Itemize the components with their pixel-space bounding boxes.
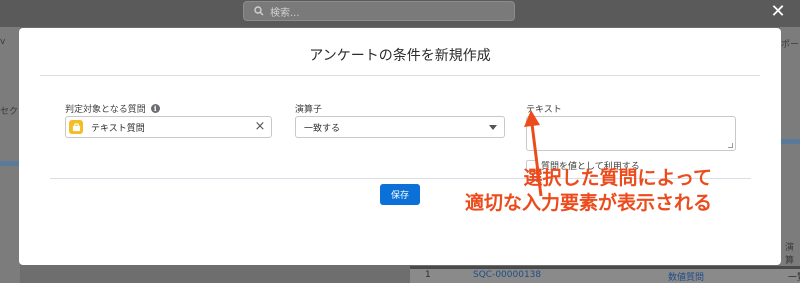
modal-title: アンケートの条件を新規作成 (309, 48, 491, 64)
background-left-panel (0, 27, 20, 283)
annotation-line-2: 適切な入力要素が表示される (464, 192, 712, 214)
target-question-lookup[interactable]: テキスト質問 × (65, 116, 272, 138)
info-icon[interactable]: i (150, 104, 160, 113)
table-row-type: 数値質問 (668, 273, 705, 283)
operator-label: 演算子 (295, 105, 323, 115)
clear-icon[interactable]: × (253, 120, 267, 134)
background-search-box: 検索... (243, 1, 515, 21)
background-table: 1 SQC-00000138 数値質問 一覧 (410, 266, 800, 283)
background-left-accent (0, 161, 20, 166)
table-row-record-link: SQC-00000138 (473, 270, 542, 280)
target-question-value: テキスト質問 (91, 123, 145, 134)
background-right-accent (780, 139, 800, 144)
header-divider (40, 75, 760, 76)
annotation-line-1: 選択した質問によって (523, 167, 712, 189)
target-question-label-row: 判定対象となる質問 i (65, 102, 160, 115)
background-right-tab: ポート (781, 40, 800, 50)
text-label: テキスト (526, 105, 562, 115)
close-icon[interactable]: ✕ (768, 2, 788, 22)
question-record-icon (69, 120, 83, 134)
annotation-callout: 選択した質問によって 適切な入力要素が表示される (412, 166, 712, 216)
background-scrollbar (410, 266, 800, 269)
background-right-column-header: 演算 (785, 243, 795, 266)
text-input[interactable] (526, 116, 736, 151)
new-condition-modal: アンケートの条件を新規作成 判定対象となる質問 i テキスト質問 × 演算子 一… (19, 28, 781, 265)
search-placeholder: 検索... (270, 7, 300, 19)
background-left-tab: v (0, 37, 6, 47)
operator-select[interactable]: 一致する (295, 116, 505, 138)
operator-selected-value: 一致する (304, 123, 341, 134)
resize-handle[interactable] (728, 143, 733, 148)
search-icon (254, 6, 264, 16)
target-question-label: 判定対象となる質問 (65, 105, 146, 115)
table-row-operator: 一覧 (788, 273, 800, 283)
table-row-index: 1 (425, 270, 431, 280)
chevron-down-icon (489, 125, 497, 130)
